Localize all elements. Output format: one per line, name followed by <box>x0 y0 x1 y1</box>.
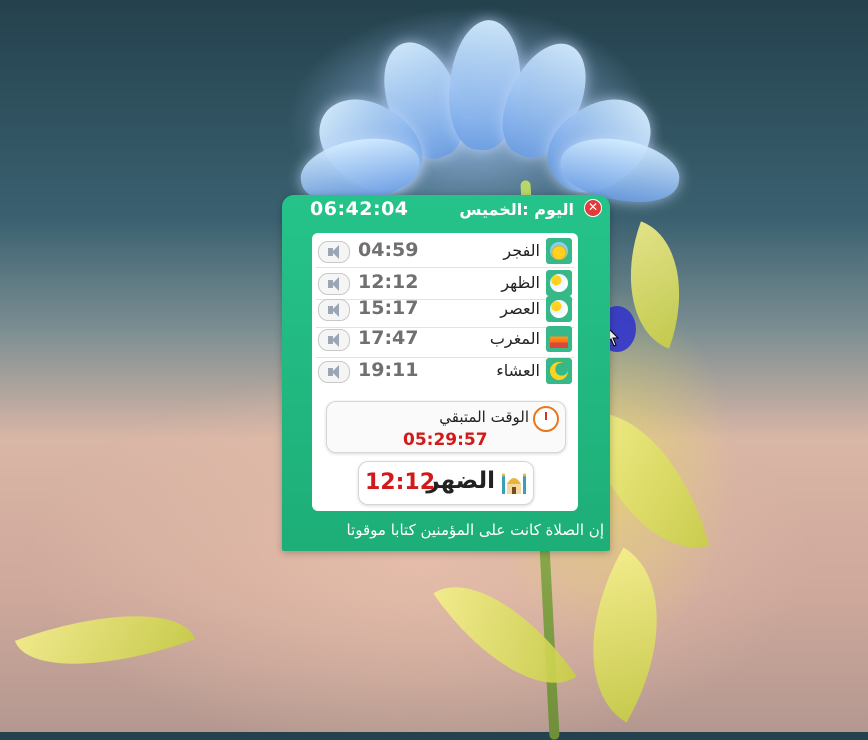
remaining-time-box: الوقت المتبقي 05:29:57 <box>326 401 566 453</box>
prayer-times-widget[interactable]: 06:42:04 اليوم :الخميس ✕ الفجر 04:59 الظ… <box>282 195 610 551</box>
next-prayer-box: الضهر 12:12 <box>358 461 534 505</box>
prayer-list-panel: الفجر 04:59 الظهر 12:12 العصر 15:17 المغ… <box>312 233 578 511</box>
close-icon[interactable]: ✕ <box>584 199 602 217</box>
speaker-icon[interactable] <box>318 299 350 321</box>
prayer-time: 17:47 <box>358 327 419 349</box>
prayer-time: 04:59 <box>358 239 419 261</box>
prayer-row-isha: العشاء 19:11 <box>316 357 574 385</box>
day-label: اليوم :الخميس <box>459 200 574 219</box>
divider <box>316 267 574 268</box>
prayer-row-maghrib: المغرب 17:47 <box>316 325 574 353</box>
prayer-row-fajr: الفجر 04:59 <box>316 237 574 265</box>
speaker-icon[interactable] <box>318 329 350 351</box>
prayer-time: 19:11 <box>358 359 419 381</box>
next-prayer-time: 12:12 <box>365 470 436 495</box>
remaining-label: الوقت المتبقي <box>439 408 529 426</box>
speaker-icon[interactable] <box>318 241 350 263</box>
moon-icon <box>546 358 572 384</box>
mosque-icon <box>501 468 527 496</box>
prayer-row-asr: العصر 15:17 <box>316 295 574 323</box>
sunrise-icon <box>546 238 572 264</box>
prayer-name: الفجر <box>503 241 540 260</box>
clock-icon <box>533 406 559 432</box>
prayer-name: الظهر <box>501 273 540 292</box>
remaining-time: 05:29:57 <box>403 430 488 450</box>
sunset-icon <box>546 326 572 352</box>
prayer-time: 12:12 <box>358 271 419 293</box>
prayer-name: العشاء <box>496 361 540 380</box>
prayer-name: العصر <box>500 299 540 318</box>
prayer-time: 15:17 <box>358 297 419 319</box>
prayer-name: المغرب <box>489 329 540 348</box>
verse-text: إن الصلاة كانت على المؤمنين كتابا موقوتا <box>346 521 604 539</box>
speaker-icon[interactable] <box>318 361 350 383</box>
prayer-row-dhuhr: الظهر 12:12 <box>316 269 574 297</box>
sun-cloud-icon <box>546 270 572 296</box>
widget-header[interactable]: 06:42:04 اليوم :الخميس ✕ <box>282 195 610 225</box>
current-time: 06:42:04 <box>310 198 409 220</box>
next-prayer-name: الضهر <box>426 468 495 494</box>
sun-cloud-icon <box>546 296 572 322</box>
speaker-icon[interactable] <box>318 273 350 295</box>
